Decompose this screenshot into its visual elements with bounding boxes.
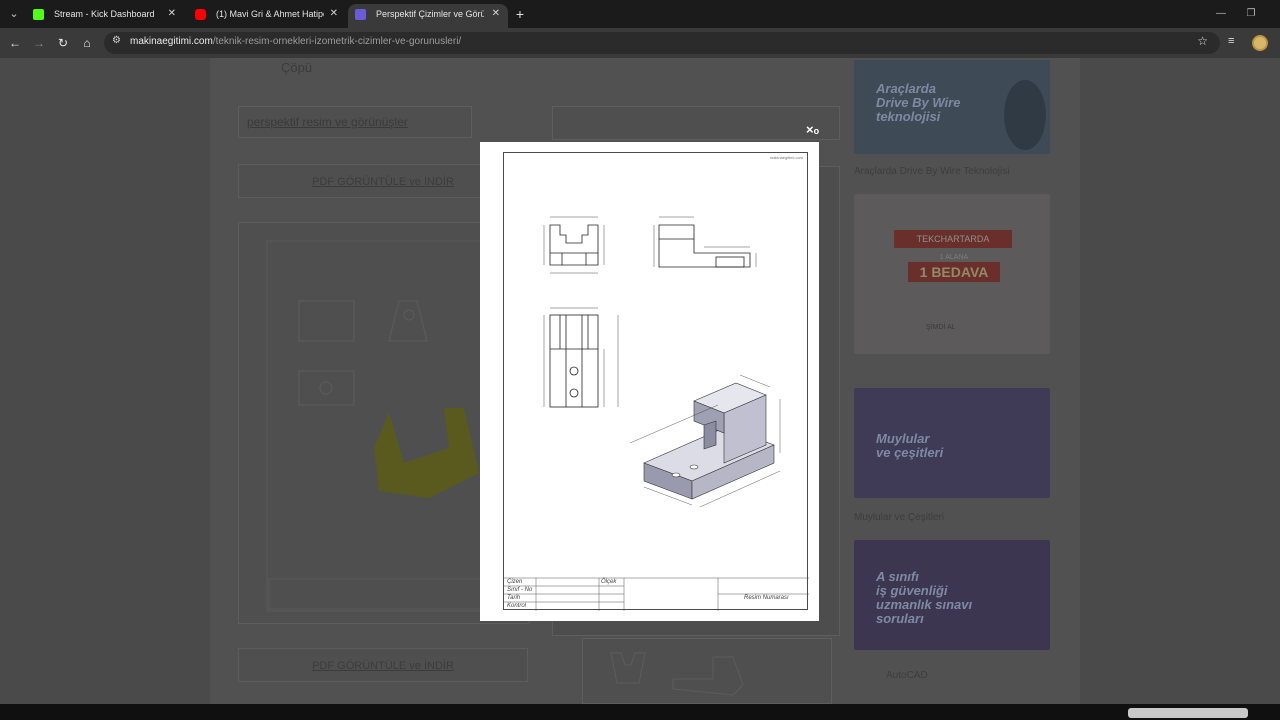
title-block-cizen: Çizen	[507, 579, 523, 585]
technical-drawing-sheet: makinaegitimi.com Çizen Sınıf - No Tarih…	[503, 152, 809, 611]
profile-avatar[interactable]	[1252, 35, 1268, 51]
site-info-icon[interactable]: ⚙	[112, 35, 121, 46]
ad-is-guvenligi[interactable]: A sınıfı iş güvenliği uzmanlık sınavı so…	[854, 540, 1050, 650]
url-text[interactable]: makinaegitimi.com/teknik-resim-ornekleri…	[130, 36, 461, 47]
right-card	[552, 106, 840, 140]
front-view	[543, 216, 605, 274]
ad-text-line: 1 ALANA	[939, 254, 969, 261]
address-bar[interactable]: ⚙ makinaegitimi.com/teknik-resim-ornekle…	[104, 32, 1220, 54]
tab-title: Stream - Kick Dashboard	[54, 9, 155, 19]
close-icon[interactable]: ✕	[492, 4, 500, 24]
back-button[interactable]: ←	[7, 35, 23, 51]
close-icon[interactable]: ✕	[168, 4, 176, 24]
isometric-view	[629, 374, 781, 508]
reload-button[interactable]: ↻	[55, 35, 71, 51]
tab-kick-dashboard[interactable]: Stream - Kick Dashboard ✕	[26, 4, 184, 28]
new-tab-button[interactable]: +	[512, 6, 528, 22]
tab-perspektif[interactable]: Perspektif Çizimler ve Görünüşler ✕	[348, 4, 508, 28]
bottom-drawing-image	[610, 652, 744, 696]
ad-drive-by-wire[interactable]: Araçlarda Drive By Wire teknolojisi	[854, 60, 1050, 154]
top-view	[543, 307, 619, 408]
section-heading: Çöpü	[281, 60, 313, 75]
kick-favicon-icon	[33, 9, 44, 20]
broken-image: perspektif resim ve görünüşler	[238, 106, 472, 138]
home-button[interactable]: ⌂	[79, 35, 95, 51]
wheel-icon	[1004, 80, 1046, 150]
ad-text-line: Muylular	[876, 431, 930, 446]
taskbar-preview-thumbnail[interactable]	[1128, 708, 1248, 718]
minimize-button[interactable]: —	[1206, 0, 1236, 28]
youtube-favicon-icon	[195, 9, 206, 20]
tab-title: (1) Mavi Gri & Ahmet Hatipoğlu	[216, 9, 324, 19]
bottom-drawing-card	[582, 638, 832, 704]
ad-text-line: Drive By Wire	[876, 95, 961, 110]
tab-bar: ⌄ Stream - Kick Dashboard ✕ (1) Mavi Gri…	[0, 0, 1280, 28]
ad-text-line: soruları	[876, 611, 924, 626]
url-host: makinaegitimi.com	[130, 36, 213, 47]
tab-youtube[interactable]: (1) Mavi Gri & Ahmet Hatipoğlu ✕	[188, 4, 346, 28]
title-block-olcek: Ölçek	[601, 579, 617, 585]
ad-cta[interactable]: ŞİMDİ AL	[926, 324, 956, 331]
ad-caption[interactable]: Muylular ve Çeşitleri	[854, 512, 944, 523]
title-block-resim-numarasi: Resim Numarası	[744, 595, 789, 601]
browser-toolbar: ← → ↻ ⌂ ⚙ makinaegitimi.com/teknik-resim…	[0, 28, 1280, 58]
close-icon: ×	[806, 122, 814, 137]
url-path: /teknik-resim-ornekleri-izometrik-ciziml…	[212, 36, 462, 47]
title-block-kontrol: Kontrol	[507, 603, 527, 609]
ad-banner-text: TEKCHARTARDA	[894, 230, 1012, 248]
ad-bedava[interactable]: TEKCHARTARDA 1 ALANA 1 BEDAVA ŞİMDİ AL	[854, 194, 1050, 354]
side-view	[653, 216, 757, 268]
bookmark-star-icon[interactable]: ☆	[1197, 34, 1208, 48]
ad-text-line: ve çeşitleri	[876, 445, 944, 460]
tab-title: Perspektif Çizimler ve Görünüşler	[376, 9, 484, 19]
pdf-view-download-link-2[interactable]: PDF GÖRÜNTÜLE ve İNDİR	[238, 648, 528, 682]
ad-banner-text: 1 BEDAVA	[908, 262, 1000, 282]
ad-text-line: A sınıfı	[876, 569, 919, 584]
site-favicon-icon	[355, 9, 366, 20]
close-lightbox-button[interactable]: ×o	[806, 122, 826, 138]
taskbar	[0, 704, 1280, 720]
ad-text-line: Araçlarda	[876, 81, 936, 96]
ad-text-line: teknolojisi	[876, 109, 941, 124]
lightbox-image: makinaegitimi.com Çizen Sınıf - No Tarih…	[480, 142, 819, 621]
forward-button[interactable]: →	[31, 35, 47, 51]
ad-caption[interactable]: Araçlarda Drive By Wire Teknolojisi	[854, 166, 1009, 177]
restore-button[interactable]: ❐	[1236, 0, 1266, 28]
drawing-views	[504, 216, 809, 611]
tag-autocad[interactable]: AutoCAD	[886, 670, 928, 681]
close-icon[interactable]: ✕	[330, 4, 338, 24]
title-block-tarih: Tarih	[507, 595, 521, 601]
title-block-sinif-no: Sınıf - No	[507, 587, 533, 593]
tab-search-chevron-icon[interactable]: ⌄	[6, 6, 22, 22]
ad-text-line: uzmanlık sınavı	[876, 597, 973, 612]
media-controls-icon[interactable]: ≡	[1228, 35, 1234, 47]
ad-muylular[interactable]: Muylular ve çeşitleri	[854, 388, 1050, 498]
ad-text-line: iş güvenliği	[876, 583, 948, 598]
broken-image-alt: perspektif resim ve görünüşler	[247, 115, 408, 129]
